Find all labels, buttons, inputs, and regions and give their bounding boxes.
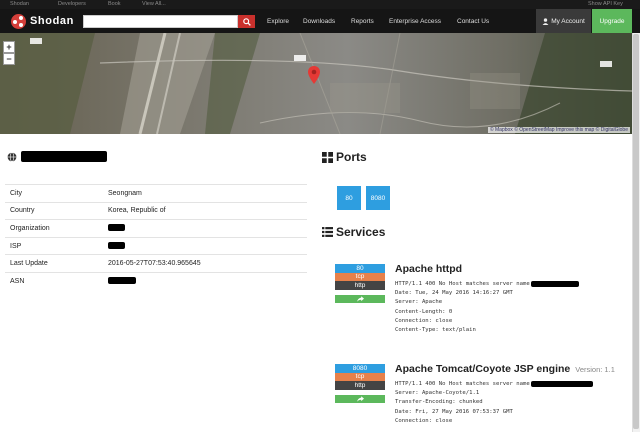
map-attribution[interactable]: © Mapbox © OpenStreetMap Improve this ma… [487,127,630,133]
ports-heading-label: Ports [336,150,367,164]
ports-heading: Ports [322,150,367,164]
banner-line: Content-Length: 0 [395,308,453,315]
shodan-logo[interactable]: Shodan [11,13,74,29]
user-icon [542,17,549,25]
service-version: Version: 1.1 [575,365,615,374]
share-service-button[interactable] [335,294,385,303]
grid-icon [322,151,333,163]
location-marker-icon[interactable] [308,66,320,84]
banner-line: Connection: close [395,317,453,324]
services-heading: Services [322,225,385,239]
globe-icon [7,151,17,162]
nav-contact-us[interactable]: Contact Us [457,18,489,25]
nav-reports[interactable]: Reports [351,18,374,25]
service-title-text: Apache Tomcat/Coyote JSP engine [395,363,571,375]
service-banner: HTTP/1.1 400 No Host matches server name… [395,280,579,335]
banner-line: Date: Tue, 24 May 2016 14:16:27 GMT [395,290,513,297]
service-transport-tag: tcp [335,272,385,281]
search-input[interactable] [83,15,238,28]
service-tags-8080: 8080 tcp http [335,364,385,403]
page-scrollbar-thumb[interactable] [633,34,639,429]
host-detail-row: City Seongnam [5,184,307,203]
map-zoom-in-button[interactable]: + [3,41,15,53]
brand-name: Shodan [30,15,74,27]
host-detail-row: Organization [5,219,307,238]
banner-line: Server: Apache-Coyote/1.1 [395,390,480,397]
redacted-value [108,223,125,231]
banner-line: Server: Apache [395,299,443,306]
banner-line: Date: Fri, 27 May 2016 07:53:37 GMT [395,408,513,415]
shodan-logo-icon [11,13,26,29]
host-details-table: City Seongnam Country Korea, Republic of Org… [5,184,307,291]
banner-line: HTTP/1.1 400 No Host matches server name [395,281,530,287]
redacted-ip-address [21,151,107,162]
nav-explore[interactable]: Explore [267,18,289,25]
host-heading [7,151,107,162]
host-detail-label: ASN [5,271,104,291]
upgrade-button[interactable]: Upgrade [592,9,632,33]
banner-line: Transfer-Encoding: chunked [395,399,483,406]
host-detail-row: ASN [5,271,307,291]
search-button[interactable] [238,15,255,28]
share-service-button[interactable] [335,394,385,403]
service-title: Apache Tomcat/Coyote JSP engine Version: … [395,363,615,375]
service-port-tag: 80 [335,264,385,273]
service-title-text: Apache httpd [395,263,463,275]
search-icon [242,17,251,26]
share-arrow-icon [356,295,364,302]
redacted-server-name [530,280,579,287]
topbar-link-developers[interactable]: Developers [58,1,86,7]
host-detail-label: City [5,184,104,203]
host-detail-row: Country Korea, Republic of [5,201,307,220]
host-detail-value-redacted [104,271,307,291]
topbar-link-book[interactable]: Book [108,1,121,7]
show-api-key-link[interactable]: Show API Key [588,1,623,7]
banner-line: Connection: close [395,417,453,424]
port-badge-80[interactable]: 80 [337,186,361,210]
host-location-map[interactable]: + − © Mapbox © OpenStreetMap Improve thi… [0,33,632,134]
service-tags-80: 80 tcp http [335,264,385,303]
host-detail-label: Organization [5,219,104,238]
banner-line: Content-Type: text/plain [395,327,476,334]
nav-downloads[interactable]: Downloads [303,18,335,25]
list-icon [322,227,333,237]
my-account-label: My Account [551,17,585,25]
host-detail-value: 2016-05-27T07:53:40.965645 [104,254,307,273]
host-detail-value-redacted [104,219,307,238]
topbar-link-view-all[interactable]: View All... [142,1,166,7]
service-port-tag: 8080 [335,364,385,373]
host-detail-label: Country [5,201,104,220]
services-heading-label: Services [336,225,386,239]
host-detail-row: Last Update 2016-05-27T07:53:40.965645 [5,254,307,273]
my-account-button[interactable]: My Account [536,9,591,33]
service-protocol-tag: http [335,381,385,390]
host-detail-value: Seongnam [104,184,307,203]
nav-enterprise-access[interactable]: Enterprise Access [389,18,441,25]
service-protocol-tag: http [335,281,385,290]
banner-line: HTTP/1.1 400 No Host matches server name [395,381,530,387]
upgrade-label: Upgrade [599,17,625,25]
service-transport-tag: tcp [335,372,385,381]
host-detail-value-redacted [104,236,307,255]
topbar-link-shodan[interactable]: Shodan [10,1,29,7]
host-detail-label: Last Update [5,254,104,273]
host-detail-row: ISP [5,236,307,255]
redacted-server-name [530,380,593,387]
redacted-value [108,241,125,249]
share-arrow-icon [356,395,364,402]
port-badge-8080[interactable]: 8080 [366,186,390,210]
service-title: Apache httpd [395,263,462,275]
top-strip: Shodan Developers Book View All... Show … [0,0,640,9]
map-zoom-out-button[interactable]: − [3,53,15,65]
host-detail-label: ISP [5,236,104,255]
redacted-value [108,277,136,285]
service-banner: HTTP/1.1 400 No Host matches server name… [395,380,593,426]
host-detail-value: Korea, Republic of [104,201,307,220]
